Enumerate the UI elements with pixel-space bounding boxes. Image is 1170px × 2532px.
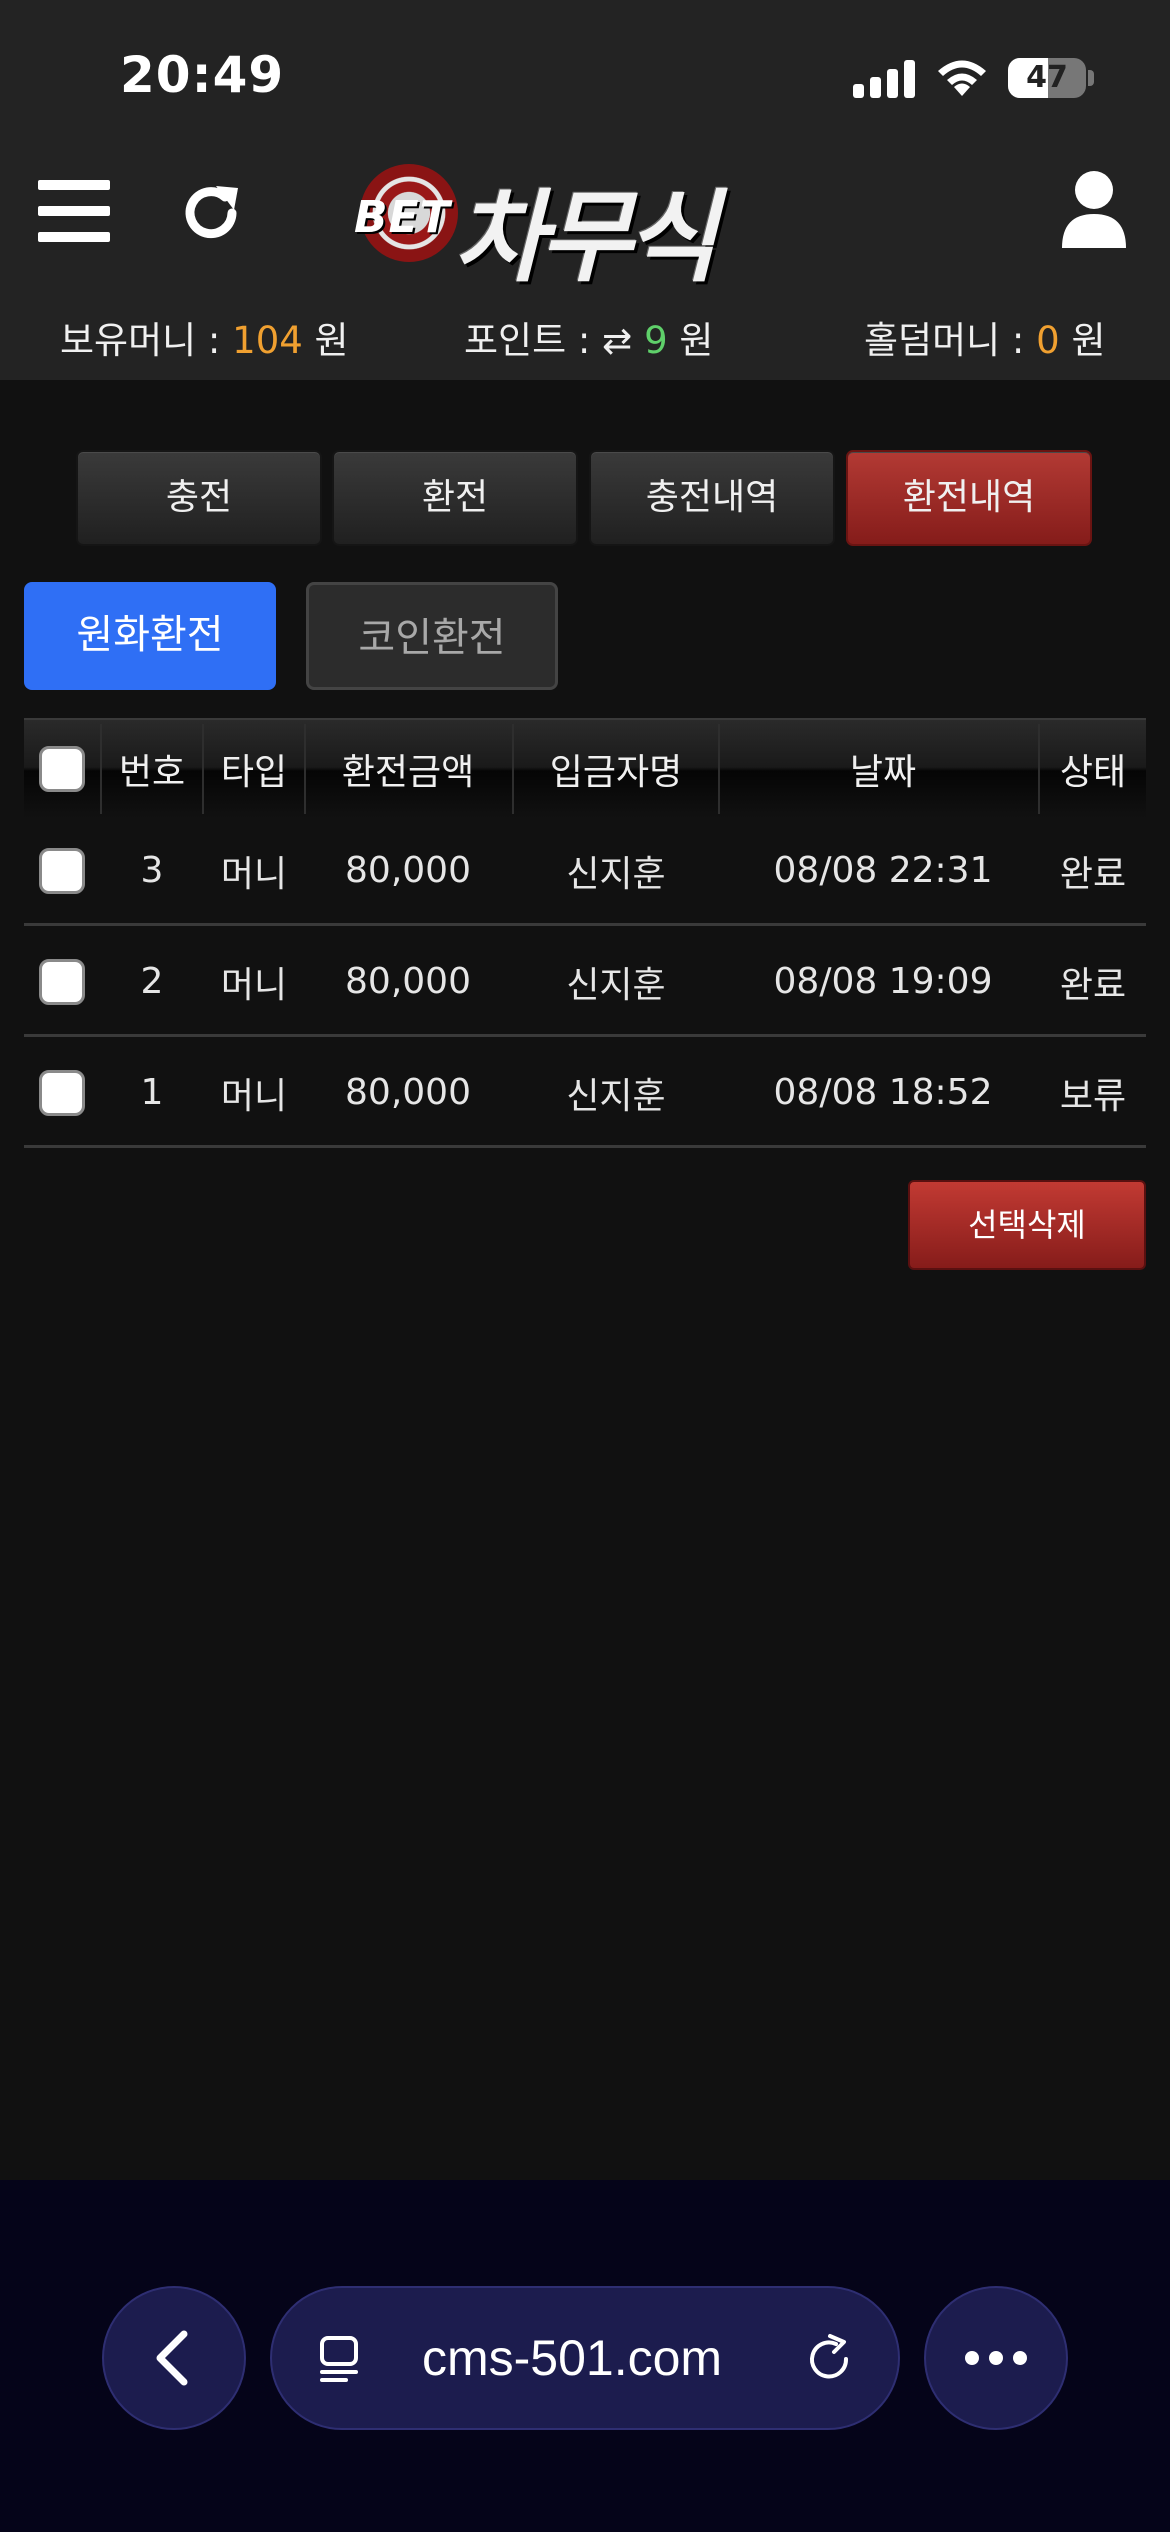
header-type: 타입 bbox=[220, 752, 288, 793]
row-depositor: 신지훈 bbox=[566, 853, 666, 895]
tabs-icon[interactable] bbox=[316, 2334, 366, 2384]
point-label: 포인트 : bbox=[464, 319, 591, 362]
logo-bet-text: BET bbox=[354, 192, 451, 243]
header-date: 날짜 bbox=[849, 752, 917, 793]
delete-selected-button[interactable]: 선택삭제 bbox=[908, 1180, 1146, 1270]
point-value: 9 bbox=[644, 319, 668, 362]
tab-fiat-exchange[interactable]: 원화환전 bbox=[24, 582, 276, 690]
row-date: 08/08 19:09 bbox=[773, 961, 993, 1002]
status-bar: 20:49 47 bbox=[0, 0, 1170, 150]
row-date: 08/08 22:31 bbox=[773, 850, 993, 891]
more-dots-icon bbox=[965, 2351, 1027, 2365]
tab-withdraw[interactable]: 환전 bbox=[332, 450, 578, 546]
holdem-label: 홀덤머니 : bbox=[864, 319, 1025, 362]
row-status: 완료 bbox=[1059, 853, 1127, 895]
table-header: 번호 타입 환전금액 입금자명 날짜 상태 bbox=[24, 718, 1146, 818]
row-checkbox[interactable] bbox=[39, 847, 85, 894]
tab-withdraw-history[interactable]: 환전내역 bbox=[846, 450, 1092, 546]
table-row: 3 머니 80,000 신지훈 08/08 22:31 완료 bbox=[24, 818, 1146, 926]
holdem-unit: 원 bbox=[1071, 319, 1106, 362]
point-convert-icon[interactable]: ⇄ bbox=[602, 321, 632, 362]
url-text: cms-501.com bbox=[422, 2330, 723, 2386]
row-checkbox[interactable] bbox=[39, 958, 85, 1005]
menu-icon[interactable] bbox=[38, 180, 110, 242]
exchange-type-tabs: 원화환전 코인환전 bbox=[24, 582, 584, 690]
row-depositor: 신지훈 bbox=[566, 1075, 666, 1117]
main-tabs: 충전 환전 충전내역 환전내역 bbox=[76, 450, 1092, 546]
money-unit: 원 bbox=[314, 319, 349, 362]
more-button[interactable] bbox=[924, 2286, 1068, 2430]
header-status: 상태 bbox=[1059, 752, 1127, 793]
row-status: 완료 bbox=[1059, 964, 1127, 1006]
reload-icon[interactable] bbox=[802, 2332, 856, 2386]
balance-bar: 보유머니 : 104 원 포인트 : ⇄ 9 원 홀덤머니 : 0 원 bbox=[0, 310, 1170, 362]
status-time: 20:49 bbox=[120, 46, 285, 104]
chevron-left-icon bbox=[156, 2330, 188, 2386]
tab-deposit[interactable]: 충전 bbox=[76, 450, 322, 546]
tab-coin-exchange[interactable]: 코인환전 bbox=[306, 582, 558, 690]
signal-icon bbox=[853, 58, 915, 98]
row-checkbox[interactable] bbox=[39, 1069, 85, 1116]
row-type: 머니 bbox=[220, 853, 288, 895]
row-amount: 80,000 bbox=[345, 1072, 471, 1113]
battery-level: 47 bbox=[1026, 60, 1068, 95]
row-number: 2 bbox=[140, 961, 164, 1002]
header-number: 번호 bbox=[118, 752, 186, 793]
money-value: 104 bbox=[232, 319, 303, 362]
browser-toolbar: cms-501.com bbox=[0, 2180, 1170, 2532]
money-label: 보유머니 : bbox=[60, 319, 221, 362]
row-number: 1 bbox=[140, 1072, 164, 1113]
row-amount: 80,000 bbox=[345, 850, 471, 891]
header-amount: 환전금액 bbox=[341, 752, 475, 793]
battery-tip bbox=[1088, 70, 1094, 86]
row-type: 머니 bbox=[220, 964, 288, 1006]
address-bar[interactable]: cms-501.com bbox=[270, 2286, 900, 2430]
row-status: 보류 bbox=[1059, 1075, 1127, 1117]
point-unit: 원 bbox=[679, 319, 714, 362]
user-icon[interactable] bbox=[1058, 170, 1130, 250]
money-balance: 보유머니 : 104 원 bbox=[60, 310, 349, 364]
select-all-cell bbox=[24, 720, 100, 818]
header-depositor: 입금자명 bbox=[549, 752, 683, 793]
table-row: 1 머니 80,000 신지훈 08/08 18:52 보류 bbox=[24, 1040, 1146, 1148]
logo-brand-text: 차무식 bbox=[454, 179, 718, 296]
table-row: 2 머니 80,000 신지훈 08/08 19:09 완료 bbox=[24, 929, 1146, 1037]
row-date: 08/08 18:52 bbox=[773, 1072, 993, 1113]
site-header: BET 차무식 보유머니 : 104 원 포인트 : ⇄ 9 원 홀덤머니 : … bbox=[0, 150, 1170, 380]
back-button[interactable] bbox=[102, 2286, 246, 2430]
select-all-checkbox[interactable] bbox=[39, 746, 85, 792]
row-type: 머니 bbox=[220, 1075, 288, 1117]
tab-deposit-history[interactable]: 충전내역 bbox=[589, 450, 835, 546]
row-number: 3 bbox=[140, 850, 164, 891]
refresh-icon[interactable] bbox=[176, 178, 246, 248]
site-logo[interactable]: BET 차무식 bbox=[350, 156, 810, 296]
point-balance: 포인트 : ⇄ 9 원 bbox=[464, 310, 713, 364]
battery-icon: 47 bbox=[1008, 58, 1086, 98]
holdem-balance: 홀덤머니 : 0 원 bbox=[864, 310, 1106, 364]
row-depositor: 신지훈 bbox=[566, 964, 666, 1006]
wifi-icon bbox=[938, 60, 986, 96]
holdem-value: 0 bbox=[1036, 319, 1060, 362]
row-amount: 80,000 bbox=[345, 961, 471, 1002]
